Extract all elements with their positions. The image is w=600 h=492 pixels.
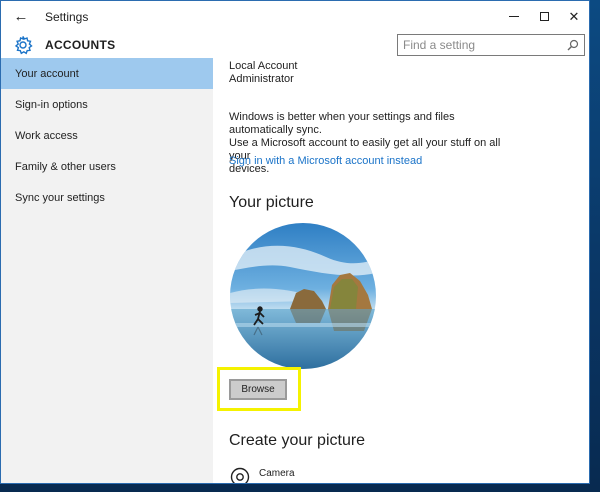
window-title: Settings xyxy=(45,10,88,24)
minimize-icon xyxy=(509,16,519,17)
page-title: ACCOUNTS xyxy=(45,38,115,52)
sidebar-item-sign-in-options[interactable]: Sign-in options xyxy=(1,89,213,120)
main-content: Local Account Administrator Windows is b… xyxy=(213,58,589,484)
settings-window: ← Settings ✕ ACCOUNTS xyxy=(0,0,590,484)
camera-option[interactable]: Camera xyxy=(229,466,295,484)
maximize-icon xyxy=(540,12,549,21)
sidebar-item-your-account[interactable]: Your account xyxy=(1,58,213,89)
camera-icon xyxy=(229,466,251,484)
back-arrow-icon: ← xyxy=(14,8,29,25)
window-controls: ✕ xyxy=(499,1,589,32)
account-role: Administrator xyxy=(229,73,298,86)
search-input[interactable] xyxy=(398,36,564,54)
back-button[interactable]: ← xyxy=(1,1,41,32)
sidebar-item-label: Family & other users xyxy=(15,161,116,173)
minimize-button[interactable] xyxy=(499,1,529,32)
sidebar-item-label: Work access xyxy=(15,130,78,142)
account-picture xyxy=(230,223,376,369)
title-bar: ← Settings ✕ xyxy=(1,1,589,32)
sidebar-item-label: Your account xyxy=(15,68,79,80)
camera-label: Camera xyxy=(259,468,295,479)
sidebar-item-family-other-users[interactable]: Family & other users xyxy=(1,151,213,182)
gear-icon xyxy=(13,35,33,55)
search-box[interactable] xyxy=(397,34,585,56)
close-icon: ✕ xyxy=(569,9,580,25)
microsoft-account-link[interactable]: Sign in with a Microsoft account instead xyxy=(229,155,422,167)
browse-button[interactable]: Browse xyxy=(229,379,287,400)
maximize-button[interactable] xyxy=(529,1,559,32)
sidebar-item-label: Sync your settings xyxy=(15,192,105,204)
account-info: Local Account Administrator xyxy=(229,60,298,86)
sidebar: Your account Sign-in options Work access… xyxy=(1,58,213,484)
sidebar-item-label: Sign-in options xyxy=(15,99,88,111)
account-type: Local Account xyxy=(229,60,298,73)
sidebar-item-work-access[interactable]: Work access xyxy=(1,120,213,151)
create-picture-heading: Create your picture xyxy=(229,432,365,450)
close-button[interactable]: ✕ xyxy=(559,1,589,32)
sidebar-item-sync-settings[interactable]: Sync your settings xyxy=(1,182,213,213)
your-picture-heading: Your picture xyxy=(229,194,314,212)
page-header: ACCOUNTS xyxy=(1,32,589,58)
search-icon[interactable] xyxy=(564,36,582,54)
sync-text-line: Windows is better when your settings and… xyxy=(229,111,519,137)
